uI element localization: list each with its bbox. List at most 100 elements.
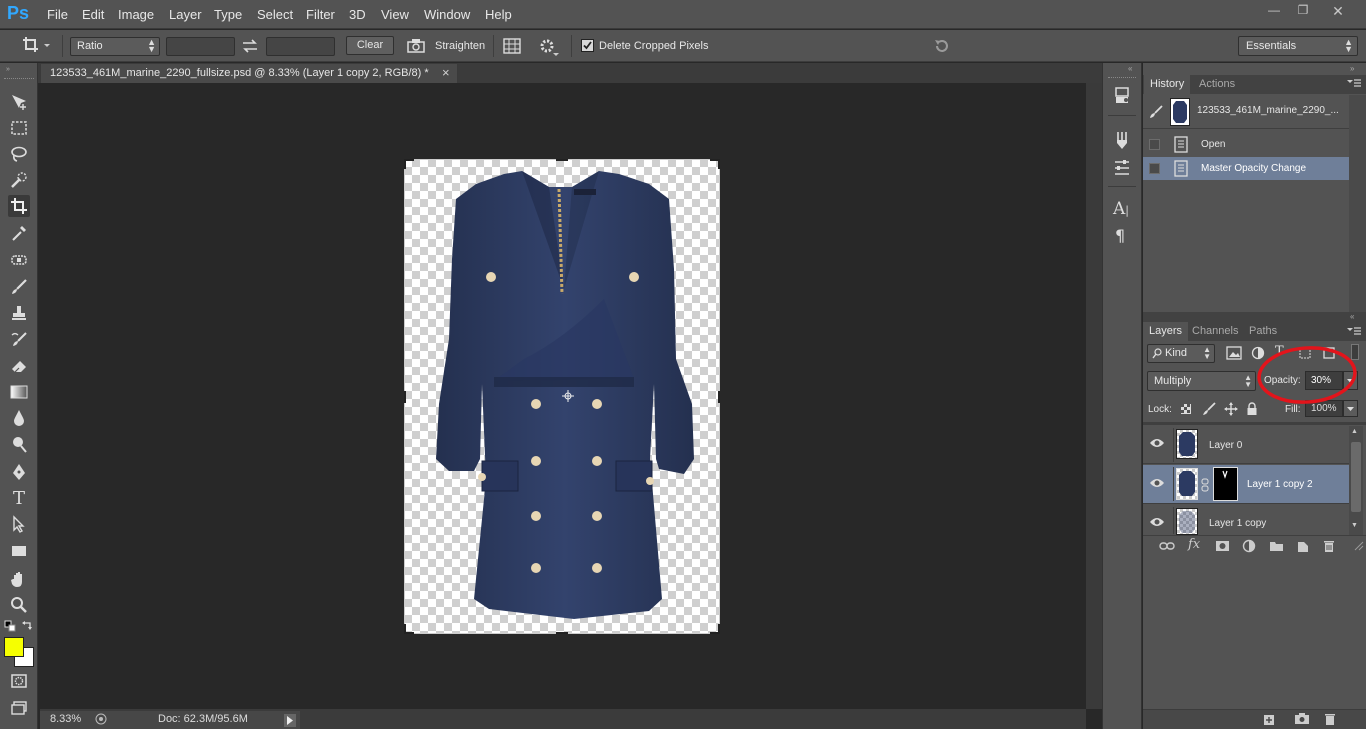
- new-layer-icon[interactable]: [1296, 539, 1310, 553]
- dodge-tool-icon[interactable]: [8, 433, 30, 455]
- camera-icon[interactable]: [1294, 712, 1310, 725]
- scroll-up-icon[interactable]: ▲: [1351, 428, 1358, 435]
- history-panel-menu-icon[interactable]: [1346, 77, 1362, 89]
- layers-panel-menu-icon[interactable]: [1346, 325, 1362, 337]
- hand-tool-icon[interactable]: [8, 568, 30, 590]
- stamp-tool-icon[interactable]: [8, 302, 30, 324]
- lock-position-icon[interactable]: [1224, 402, 1238, 416]
- zoom-tool-icon[interactable]: [8, 594, 30, 616]
- menu-image[interactable]: Image: [118, 7, 154, 22]
- brushes-panel-icon[interactable]: [1113, 130, 1131, 150]
- paragraph-panel-icon[interactable]: ¶: [1115, 226, 1125, 245]
- quick-select-tool-icon[interactable]: [8, 169, 30, 191]
- collapse-toolbox-icon[interactable]: »: [6, 66, 10, 73]
- mask-link-icon[interactable]: [1201, 478, 1209, 492]
- history-source-checkbox[interactable]: [1149, 139, 1160, 150]
- filter-kind-select[interactable]: Kind ▲ ▼: [1147, 344, 1215, 363]
- menu-layer[interactable]: Layer: [169, 7, 202, 22]
- layers-scroll-thumb[interactable]: [1351, 442, 1361, 512]
- trash-icon[interactable]: [1322, 539, 1336, 553]
- adjustment-icon[interactable]: [1242, 539, 1256, 553]
- document-tab[interactable]: 123533_461M_marine_2290_fullsize.psd @ 8…: [40, 63, 458, 83]
- history-brush-source-icon[interactable]: [1148, 104, 1164, 120]
- menu-view[interactable]: View: [381, 7, 409, 22]
- history-brush-tool-icon[interactable]: [8, 329, 30, 351]
- menu-window[interactable]: Window: [424, 7, 470, 22]
- type-tool-icon[interactable]: T: [8, 487, 30, 509]
- width-field[interactable]: [166, 37, 235, 56]
- crop-handles[interactable]: [404, 159, 720, 634]
- eraser-tool-icon[interactable]: [8, 355, 30, 377]
- link-icon[interactable]: [1159, 540, 1175, 552]
- straighten-label[interactable]: Straighten: [435, 40, 485, 52]
- new-snapshot-icon[interactable]: [1262, 712, 1276, 726]
- character-panel-icon[interactable]: A|: [1113, 199, 1129, 219]
- eye-visibility-icon[interactable]: [1149, 515, 1167, 533]
- default-colors-icon[interactable]: [4, 620, 16, 632]
- history-panel-icon[interactable]: [1113, 86, 1131, 106]
- overlay-grid-icon[interactable]: [502, 37, 522, 55]
- eyedropper-tool-icon[interactable]: [8, 222, 30, 244]
- lock-image-icon[interactable]: [1202, 402, 1216, 416]
- blur-tool-icon[interactable]: [8, 407, 30, 429]
- layer-row[interactable]: Layer 1 copy: [1143, 505, 1349, 535]
- zoom-level[interactable]: 8.33%: [50, 713, 81, 725]
- rectangle-tool-icon[interactable]: [8, 540, 30, 562]
- collapse-iconstrip-icon[interactable]: «: [1128, 64, 1132, 73]
- folder-icon[interactable]: [1269, 540, 1284, 552]
- crop-tool-icon[interactable]: [8, 195, 30, 217]
- history-item[interactable]: Open: [1143, 133, 1349, 156]
- history-source-checkbox[interactable]: [1149, 163, 1160, 174]
- layer-mask-thumbnail[interactable]: [1213, 467, 1238, 501]
- close-tab-icon[interactable]: ×: [442, 65, 450, 80]
- move-tool-icon[interactable]: [8, 91, 30, 113]
- history-snapshot-row[interactable]: 123533_461M_marine_2290_...: [1143, 95, 1349, 129]
- collapse-layers-group-icon[interactable]: «: [1350, 312, 1354, 321]
- menu-filter[interactable]: Filter: [306, 7, 335, 22]
- collapse-dock-icon[interactable]: »: [1350, 64, 1354, 73]
- tab-channels[interactable]: Channels: [1186, 322, 1244, 341]
- history-item[interactable]: Master Opacity Change: [1143, 157, 1349, 180]
- brush-tool-icon[interactable]: [8, 276, 30, 298]
- eye-visibility-icon[interactable]: [1149, 436, 1167, 454]
- marquee-tool-icon[interactable]: [8, 117, 30, 139]
- gradient-tool-icon[interactable]: [8, 381, 30, 403]
- layers-scrollbar[interactable]: ▲ ▼: [1349, 426, 1363, 535]
- export-status-icon[interactable]: [95, 713, 107, 725]
- delete-cropped-label[interactable]: Delete Cropped Pixels: [599, 40, 708, 52]
- tab-actions[interactable]: Actions: [1193, 75, 1241, 94]
- close-window-button[interactable]: ✕: [1326, 3, 1350, 19]
- spot-heal-tool-icon[interactable]: [8, 249, 30, 271]
- status-menu-arrow-icon[interactable]: [284, 714, 296, 727]
- tab-layers[interactable]: Layers: [1143, 322, 1189, 341]
- layer-row[interactable]: Layer 1 copy 2: [1143, 465, 1349, 504]
- menu-help[interactable]: Help: [485, 7, 512, 22]
- gear-icon[interactable]: [538, 37, 560, 57]
- delete-state-icon[interactable]: [1323, 712, 1337, 726]
- menu-edit[interactable]: Edit: [82, 7, 104, 22]
- restore-button[interactable]: ❐: [1291, 3, 1315, 17]
- mask-icon[interactable]: [1215, 540, 1230, 552]
- crop-preset-icon[interactable]: [22, 36, 50, 54]
- vertical-scrollbar[interactable]: [1086, 83, 1102, 709]
- workspace-select[interactable]: Essentials ▲ ▼: [1238, 36, 1358, 56]
- panel-resize-grip-icon[interactable]: [1354, 541, 1364, 551]
- foreground-color-swatch[interactable]: [4, 637, 24, 657]
- swap-colors-icon[interactable]: [21, 620, 33, 632]
- height-field[interactable]: [266, 37, 335, 56]
- eye-visibility-icon[interactable]: [1149, 476, 1167, 494]
- document-canvas[interactable]: [404, 159, 720, 634]
- screen-mode-icon[interactable]: [8, 697, 30, 719]
- swap-icon[interactable]: [241, 38, 259, 54]
- fx-icon[interactable]: fx: [1188, 537, 1200, 552]
- delete-cropped-checkbox[interactable]: [581, 39, 594, 52]
- menu-select[interactable]: Select: [257, 7, 293, 22]
- tab-paths[interactable]: Paths: [1243, 322, 1283, 341]
- path-select-tool-icon[interactable]: [8, 513, 30, 535]
- scroll-down-icon[interactable]: ▼: [1351, 522, 1358, 529]
- minimize-button[interactable]: —: [1262, 3, 1286, 17]
- menu-type[interactable]: Type: [214, 7, 242, 22]
- tab-history[interactable]: History: [1144, 75, 1191, 94]
- history-scrollbar[interactable]: [1349, 95, 1366, 312]
- quick-mask-icon[interactable]: [8, 670, 30, 692]
